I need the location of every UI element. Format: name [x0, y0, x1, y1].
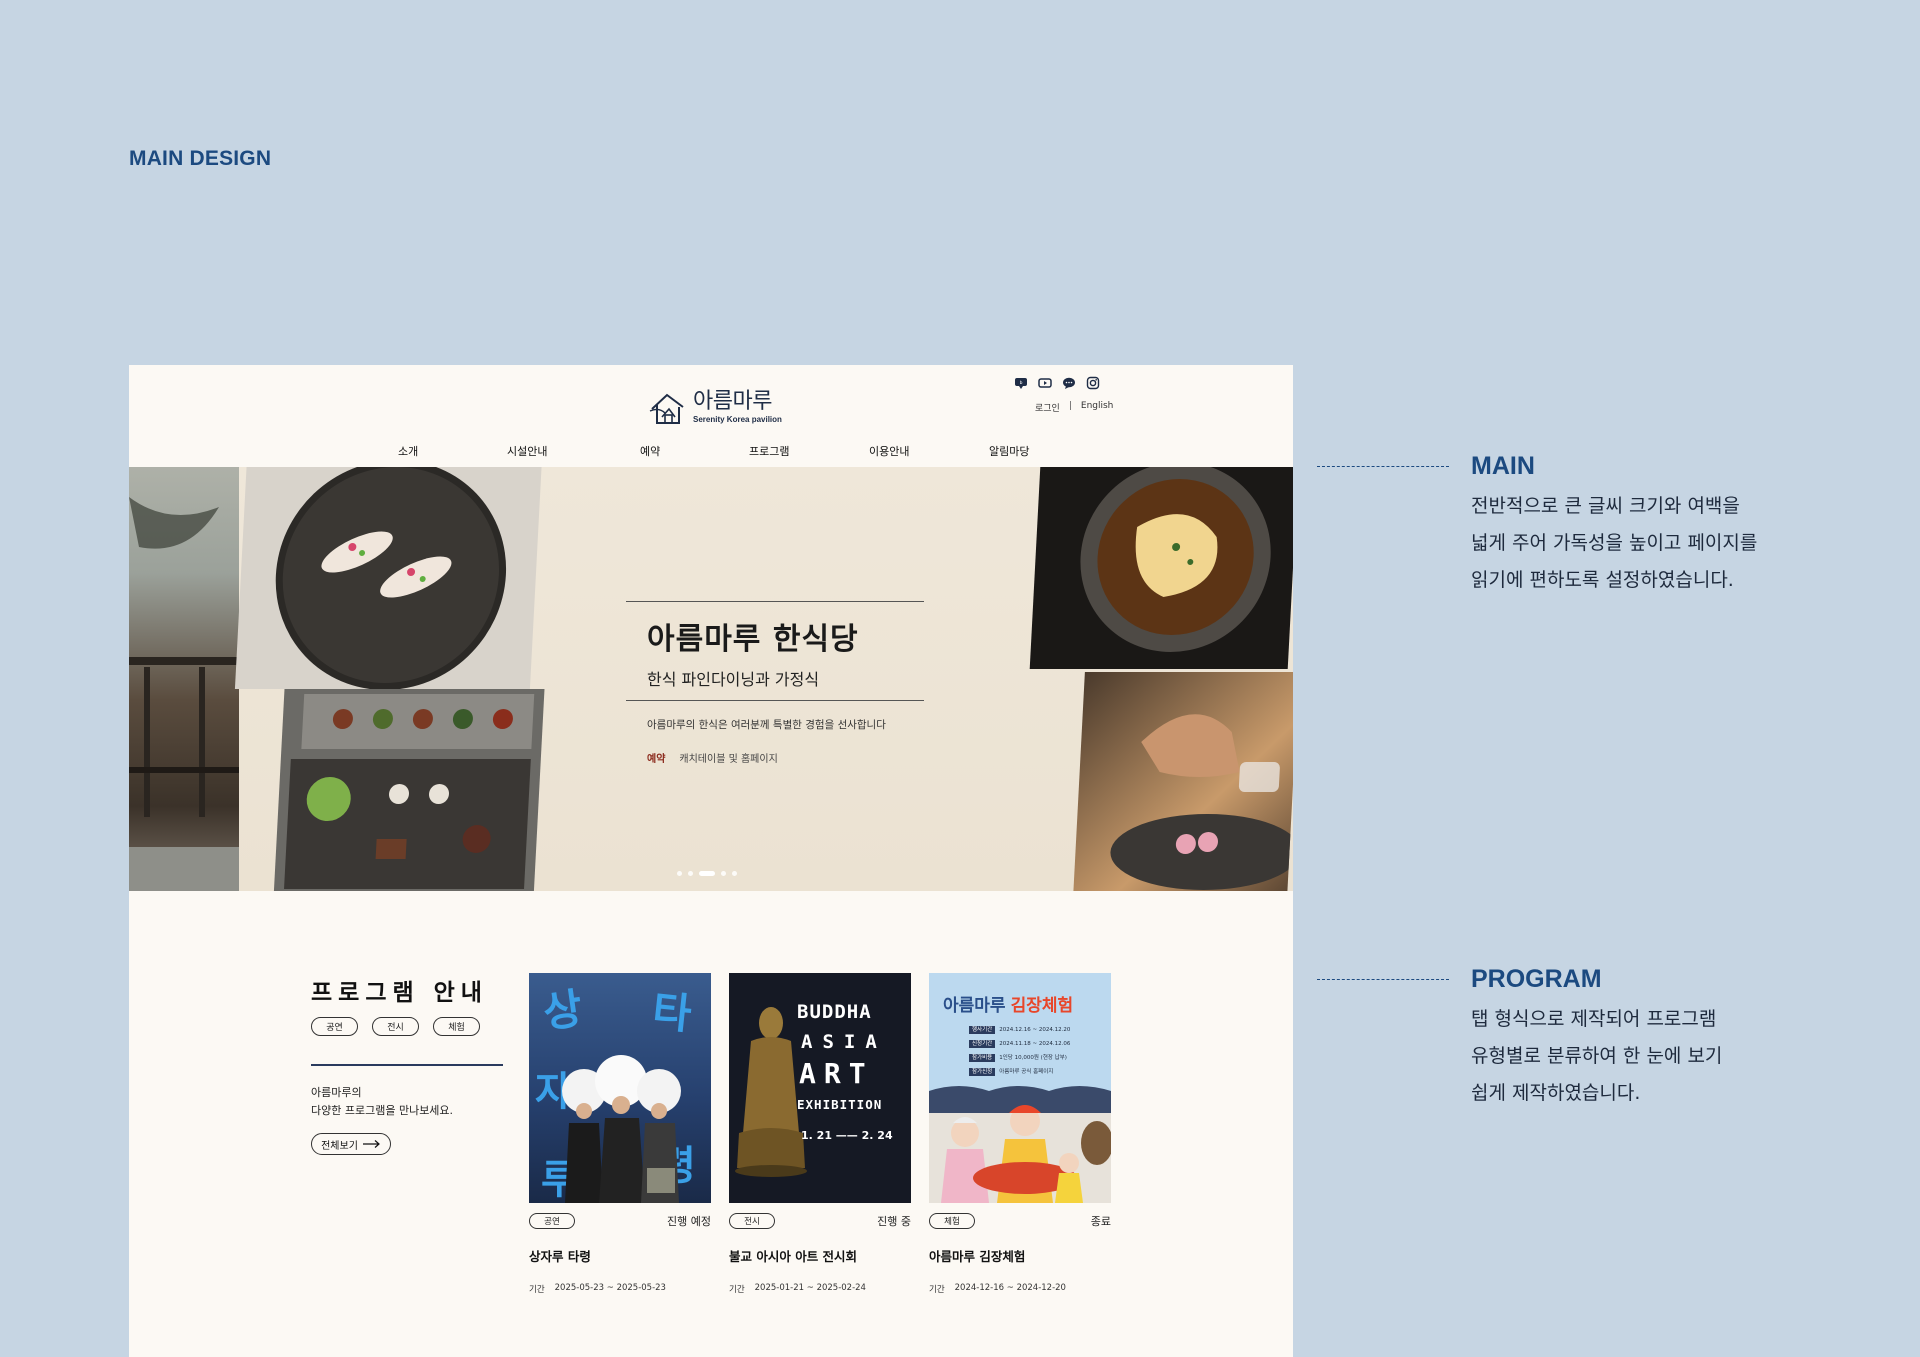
poster-line: ART: [799, 1057, 874, 1090]
dish-on-stone-plate-image: [234, 467, 543, 689]
slider-pagination: [677, 871, 737, 876]
nav-reservation[interactable]: 예약: [640, 443, 660, 459]
note-heading: PROGRAM: [1471, 965, 1602, 993]
stew-bowl-image: [1029, 467, 1293, 669]
hero-title: 아름마루 한식당: [647, 622, 859, 657]
youtube-icon[interactable]: [1038, 375, 1052, 389]
blog-icon[interactable]: b: [1014, 375, 1028, 389]
nav-program[interactable]: 프로그램: [749, 443, 789, 459]
period-value: 2024-12-16 ~ 2024-12-20: [954, 1283, 1066, 1293]
program-title: 아름마루 김장체험: [929, 1249, 1026, 1264]
program-type-badge: 공연: [529, 1213, 575, 1229]
program-status: 종료: [1090, 1215, 1111, 1228]
nav-notice[interactable]: 알림마당: [989, 443, 1029, 459]
slide-dot-2[interactable]: [688, 871, 693, 876]
talk-icon[interactable]: [1062, 375, 1076, 389]
program-period: 기간 2024-12-16 ~ 2024-12-20: [929, 1283, 1111, 1295]
note-body: 전반적으로 큰 글씨 크기와 여백을 넓게 주어 가독성을 높이고 페이지를 읽…: [1471, 495, 1758, 591]
hero-cta-label: 예약: [647, 754, 666, 765]
program-status: 진행 예정: [667, 1215, 711, 1228]
tab-performance[interactable]: 공연: [311, 1017, 358, 1036]
hero-cta-text: 캐치테이블 및 홈페이지: [679, 754, 778, 765]
period-label: 기간: [729, 1285, 745, 1295]
program-card-exhibition[interactable]: BUDDHA ASIA ART EXHIBITION 1. 21 —— 2. 2…: [729, 973, 911, 1295]
program-tabs: 공연 전시 체험: [311, 1017, 480, 1036]
nav-guide[interactable]: 이용안내: [869, 443, 909, 459]
language-link[interactable]: English: [1081, 401, 1114, 414]
poster-dates: 1. 21 —— 2. 24: [801, 1129, 893, 1142]
program-desc-line-1: 아름마루의: [311, 1086, 362, 1099]
note-body: 탭 형식으로 제작되어 프로그램 유형별로 분류하여 한 눈에 보기 쉽게 제작…: [1471, 1008, 1723, 1104]
hero-divider-bottom: [626, 700, 924, 701]
util-separator: |: [1068, 401, 1072, 411]
slide-dot-1[interactable]: [677, 871, 682, 876]
arrow-right-icon: [362, 1140, 380, 1148]
website-mockup: 아름마루 Serenity Korea pavilion b 로그인 | Eng…: [129, 365, 1293, 1357]
program-period: 기간 2025-05-23 ~ 2025-05-23: [529, 1283, 711, 1295]
note-connector: [1317, 466, 1449, 467]
poster-experience: 아름마루 김장체험 행사기간 2024.12.16 ~ 2024.12.20 신청…: [929, 973, 1111, 1203]
view-all-label: 전체보기: [321, 1140, 358, 1152]
slide-dot-3[interactable]: [699, 871, 715, 876]
hero-banner: 아름마루 한식당 한식 파인다이닝과 가정식 아름마루의 한식은 여러분께 특별…: [129, 467, 1293, 891]
pavilion-logo-icon: [649, 393, 684, 424]
program-type-badge: 전시: [729, 1213, 775, 1229]
nav-facilities[interactable]: 시설안내: [507, 443, 547, 459]
poster-line: EXHIBITION: [797, 1097, 883, 1112]
period-value: 2025-01-21 ~ 2025-02-24: [754, 1283, 866, 1293]
svg-text:b: b: [1020, 380, 1023, 386]
logo-name: 아름마루: [693, 389, 772, 414]
poster-exhibition: BUDDHA ASIA ART EXHIBITION 1. 21 —— 2. 2…: [729, 973, 911, 1203]
banchan-platter-image: [273, 689, 545, 891]
program-title: 불교 아시아 아트 전시회: [729, 1249, 858, 1264]
period-label: 기간: [529, 1285, 545, 1295]
poster-line: ASIA: [801, 1031, 887, 1053]
program-title: 상자루 타령: [529, 1249, 591, 1264]
poster-performance: 상 타 자 령 루: [529, 973, 711, 1203]
tab-experience[interactable]: 체험: [433, 1017, 480, 1036]
restaurant-interior-image: [129, 467, 239, 891]
program-desc-line-2: 다양한 프로그램을 만나보세요.: [311, 1104, 454, 1117]
program-period: 기간 2025-01-21 ~ 2025-02-24: [729, 1283, 911, 1295]
logo[interactable]: 아름마루 Serenity Korea pavilion: [649, 387, 782, 427]
utility-links: 로그인 | English: [1035, 401, 1113, 414]
social-links: b: [1014, 375, 1100, 390]
performers-illustration: [562, 1055, 681, 1203]
view-all-button[interactable]: 전체보기: [311, 1133, 391, 1155]
logo-subtitle: Serenity Korea pavilion: [693, 415, 782, 424]
poster-line: BUDDHA: [797, 1001, 872, 1023]
note-connector: [1317, 979, 1449, 980]
tab-exhibition[interactable]: 전시: [372, 1017, 419, 1036]
program-section-title: 프로그램 안내: [311, 980, 488, 1006]
program-type-badge: 체험: [929, 1213, 975, 1229]
program-card-performance[interactable]: 상 타 자 령 루 공연 진행 예정 상자루 타령 기간 2025-05-23 …: [529, 973, 711, 1295]
program-divider: [311, 1064, 503, 1066]
hero-subtitle: 한식 파인다이닝과 가정식: [647, 670, 820, 689]
hero-divider-top: [626, 601, 924, 602]
page-label: MAIN DESIGN: [129, 147, 272, 170]
header: 아름마루 Serenity Korea pavilion b 로그인 | Eng…: [129, 365, 1293, 467]
hero-text-block: 아름마루 한식당 한식 파인다이닝과 가정식 아름마루의 한식은 여러분께 특별…: [626, 601, 924, 765]
hero-reservation-link[interactable]: 예약 캐치테이블 및 홈페이지: [647, 750, 924, 765]
program-card-experience[interactable]: 아름마루 김장체험 행사기간 2024.12.16 ~ 2024.12.20 신청…: [929, 973, 1111, 1295]
slide-dot-5[interactable]: [732, 871, 737, 876]
period-value: 2025-05-23 ~ 2025-05-23: [554, 1283, 666, 1293]
note-heading: MAIN: [1471, 452, 1535, 480]
program-description: 아름마루의 다양한 프로그램을 만나보세요.: [311, 1084, 453, 1120]
slide-dot-4[interactable]: [721, 871, 726, 876]
kimchi-making-illustration: [929, 1086, 1111, 1203]
login-link[interactable]: 로그인: [1035, 401, 1060, 414]
nav-intro[interactable]: 소개: [398, 443, 418, 459]
instagram-icon[interactable]: [1086, 375, 1100, 390]
program-status: 진행 중: [877, 1215, 911, 1228]
hero-description: 아름마루의 한식은 여러분께 특별한 경험을 선사합니다: [647, 719, 886, 731]
chef-plating-image: [1073, 672, 1293, 891]
period-label: 기간: [929, 1285, 945, 1295]
